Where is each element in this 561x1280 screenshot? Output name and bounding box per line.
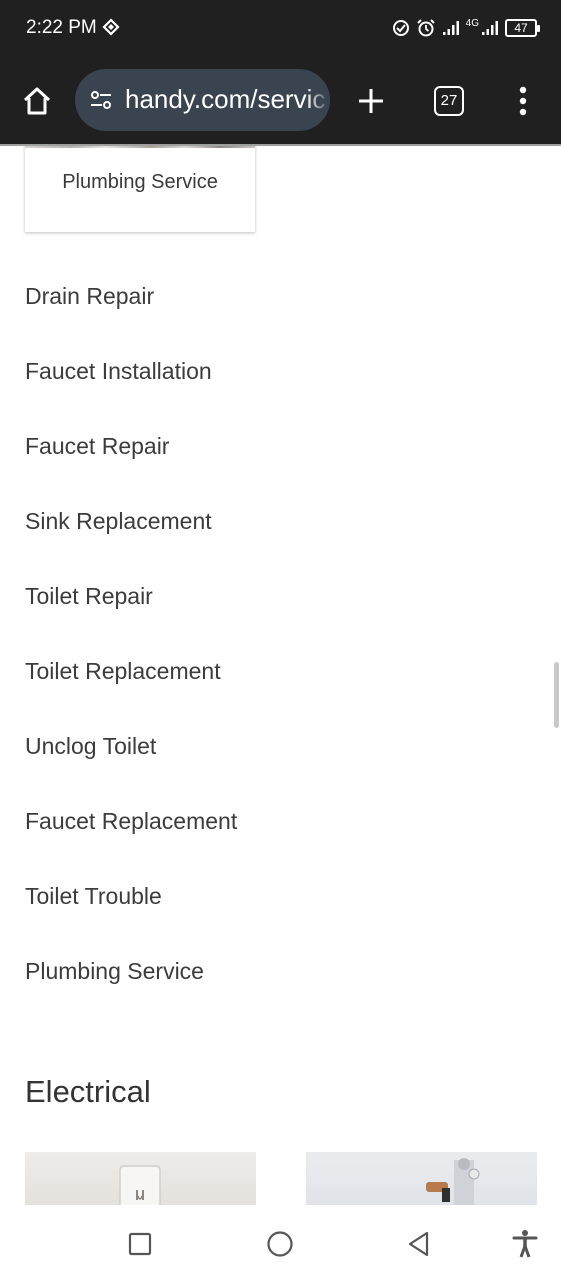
accessibility-icon [512,1230,538,1258]
service-link-faucet-repair[interactable]: Faucet Repair [25,434,525,509]
light-fixture-photo-icon [426,1158,480,1205]
page-scrollbar[interactable] [554,662,559,728]
url-fade [306,69,330,131]
back-icon [408,1231,429,1257]
outlet-photo-icon [119,1165,161,1205]
service-link-faucet-replacement[interactable]: Faucet Replacement [25,809,525,884]
accessibility-button[interactable] [508,1227,542,1261]
status-time: 2:22 PM [26,17,97,38]
card-title: Plumbing Service [62,171,218,193]
more-menu-button[interactable] [508,82,538,120]
site-settings-icon[interactable] [89,88,113,112]
back-button[interactable] [402,1227,436,1261]
screen-record-icon [392,19,410,37]
address-bar[interactable]: handy.com/servic [75,69,330,131]
service-link-toilet-replacement[interactable]: Toilet Replacement [25,659,525,734]
service-link-toilet-repair[interactable]: Toilet Repair [25,584,525,659]
alarm-icon [416,18,436,38]
url-text: handy.com/servic [125,84,326,114]
card-image [25,146,255,148]
electrical-card-image-right[interactable] [306,1152,537,1205]
home-nav-button[interactable] [263,1227,297,1261]
service-link-drain-repair[interactable]: Drain Repair [25,284,525,359]
home-button[interactable] [18,82,56,120]
browser-toolbar: handy.com/servic 27 [0,58,561,144]
sync-icon [101,18,121,38]
service-link-unclog-toilet[interactable]: Unclog Toilet [25,734,525,809]
new-tab-button[interactable] [352,82,390,120]
battery-icon: 47 [505,19,540,37]
add-icon [359,89,383,113]
home-circle-icon [267,1231,293,1257]
recents-button[interactable] [123,1227,157,1261]
service-link-toilet-trouble[interactable]: Toilet Trouble [25,884,525,959]
plumbing-service-card[interactable]: Plumbing Service [25,146,255,232]
tab-switcher-button[interactable]: 27 [434,86,464,116]
home-icon [23,87,51,115]
more-vert-icon [519,86,527,116]
signal-4g-icon [481,20,499,36]
status-bar: 2:22 PM 4G 47 [0,0,561,58]
section-title-electrical: Electrical [25,1074,151,1109]
service-link-sink-replacement[interactable]: Sink Replacement [25,509,525,584]
service-link-faucet-installation[interactable]: Faucet Installation [25,359,525,434]
service-list: Drain Repair Faucet Installation Faucet … [25,284,525,1034]
system-nav-bar [0,1205,561,1280]
status-icons: 4G 47 [392,16,540,40]
service-link-plumbing-service[interactable]: Plumbing Service [25,959,525,1034]
recents-icon [128,1232,152,1256]
network-type-label: 4G [465,18,479,29]
page-content[interactable]: Plumbing Service Drain Repair Faucet Ins… [0,146,561,1205]
signal-icon [442,20,460,36]
electrical-card-image-left[interactable] [25,1152,256,1205]
